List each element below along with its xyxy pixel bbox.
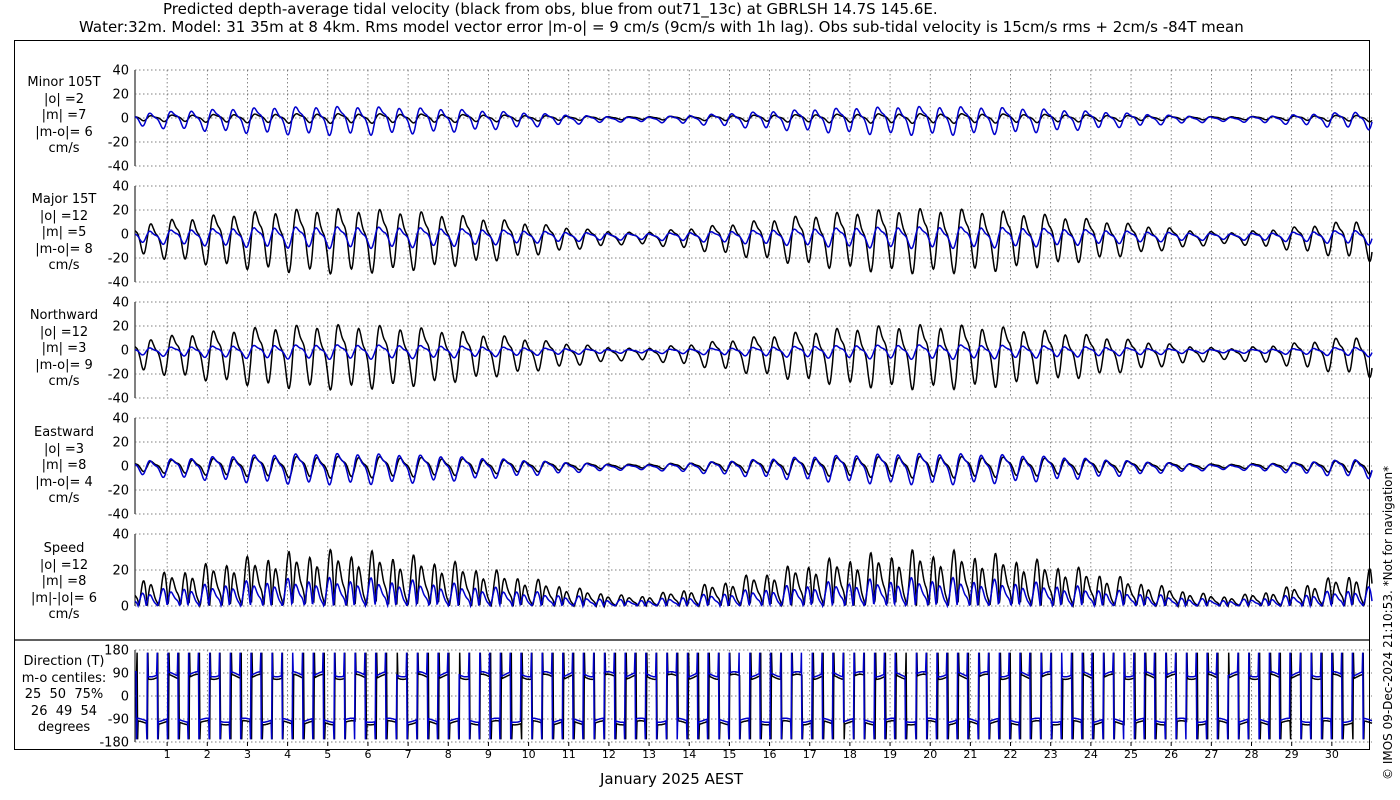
y-tick-label-north-0: -40 bbox=[108, 392, 129, 407]
y-tick-label-north-3: 20 bbox=[112, 320, 129, 335]
x-tick-label-12: 13 bbox=[642, 748, 656, 761]
x-tick-label-28: 29 bbox=[1285, 748, 1299, 761]
y-tick-label-major-3: 20 bbox=[112, 204, 129, 219]
x-tick-label-4: 5 bbox=[324, 748, 331, 761]
series-model-direction bbox=[135, 652, 1373, 740]
y-tick-label-east-4: 40 bbox=[112, 412, 129, 427]
y-tick-label-east-2: 0 bbox=[121, 460, 129, 475]
x-tick-label-16: 17 bbox=[803, 748, 817, 761]
y-tick-label-speed-0: 0 bbox=[121, 600, 129, 615]
x-tick-label-18: 19 bbox=[883, 748, 897, 761]
x-tick-label-14: 15 bbox=[722, 748, 736, 761]
y-tick-label-minor-4: 40 bbox=[112, 64, 129, 79]
series-model-east bbox=[134, 452, 1373, 486]
x-tick-label-8: 9 bbox=[485, 748, 492, 761]
x-tick-label-25: 26 bbox=[1164, 748, 1178, 761]
x-tick-label-1: 2 bbox=[204, 748, 211, 761]
series-model-minor bbox=[134, 105, 1373, 137]
y-tick-label-direction-2: 0 bbox=[121, 690, 129, 705]
x-tick-label-26: 27 bbox=[1204, 748, 1218, 761]
x-tick-label-23: 24 bbox=[1084, 748, 1098, 761]
y-tick-label-north-4: 40 bbox=[112, 296, 129, 311]
y-tick-label-minor-0: -40 bbox=[108, 160, 129, 175]
x-tick-label-2: 3 bbox=[244, 748, 251, 761]
x-tick-label-0: 1 bbox=[164, 748, 171, 761]
x-tick-label-9: 10 bbox=[522, 748, 536, 761]
y-tick-label-major-2: 0 bbox=[121, 228, 129, 243]
y-tick-label-minor-2: 0 bbox=[121, 112, 129, 127]
x-tick-label-10: 11 bbox=[562, 748, 576, 761]
panel-label-northward: Northward |o| =12 |m| =3 |m-o|= 9 cm/s bbox=[29, 308, 99, 389]
x-tick-label-21: 22 bbox=[1004, 748, 1018, 761]
x-tick-label-27: 28 bbox=[1245, 748, 1259, 761]
y-tick-label-speed-1: 20 bbox=[112, 564, 129, 579]
y-tick-label-speed-2: 40 bbox=[112, 528, 129, 543]
x-tick-label-7: 8 bbox=[445, 748, 452, 761]
x-axis-label: January 2025 AEST bbox=[600, 770, 743, 788]
y-tick-label-east-3: 20 bbox=[112, 436, 129, 451]
y-tick-label-major-4: 40 bbox=[112, 180, 129, 195]
panel-label-major: Major 15T |o| =12 |m| =5 |m-o|= 8 cm/s bbox=[31, 192, 97, 273]
series-obs-major bbox=[134, 207, 1373, 275]
y-tick-label-direction-0: -180 bbox=[99, 736, 129, 751]
panel-label-direction: Direction (T) m-o centiles: 25 50 75% 26… bbox=[21, 654, 107, 735]
x-tick-label-13: 14 bbox=[682, 748, 696, 761]
x-tick-label-3: 4 bbox=[284, 748, 291, 761]
y-tick-label-direction-3: 90 bbox=[112, 667, 129, 682]
x-tick-label-15: 16 bbox=[763, 748, 777, 761]
series-obs-north bbox=[134, 323, 1373, 391]
x-tick-label-5: 6 bbox=[364, 748, 371, 761]
x-tick-label-11: 12 bbox=[602, 748, 616, 761]
x-tick-label-6: 7 bbox=[405, 748, 412, 761]
x-tick-label-17: 18 bbox=[843, 748, 857, 761]
y-tick-label-minor-3: 20 bbox=[112, 88, 129, 103]
y-tick-label-east-0: -40 bbox=[108, 508, 129, 523]
panel-label-eastward: Eastward |o| =3 |m| =8 |m-o|= 4 cm/s bbox=[33, 425, 95, 506]
y-tick-label-north-2: 0 bbox=[121, 344, 129, 359]
tidal-velocity-chart: -40-2002040-40-2002040-40-2002040-40-200… bbox=[14, 64, 1373, 761]
panel-label-minor: Minor 105T |o| =2 |m| =7 |m-o|= 6 cm/s bbox=[27, 75, 101, 156]
x-tick-label-19: 20 bbox=[923, 748, 937, 761]
x-tick-label-20: 21 bbox=[963, 748, 977, 761]
x-tick-label-24: 25 bbox=[1124, 748, 1138, 761]
x-tick-label-22: 23 bbox=[1044, 748, 1058, 761]
x-tick-label-29: 30 bbox=[1325, 748, 1339, 761]
y-tick-label-major-0: -40 bbox=[108, 276, 129, 291]
panel-label-speed: Speed |o| =12 |m| =8 |m|-|o|= 6 cm/s bbox=[30, 541, 98, 622]
copyright-watermark: © IMOS 09-Dec-2024 21:10:53. *Not for na… bbox=[1381, 465, 1395, 780]
